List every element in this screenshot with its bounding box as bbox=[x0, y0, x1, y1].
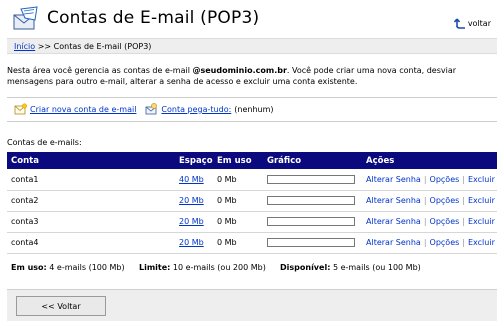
usage-bar bbox=[267, 238, 355, 247]
summary-in-use-label: Em uso: bbox=[11, 263, 47, 272]
usage-bar bbox=[267, 196, 355, 205]
account-space-link[interactable]: 40 Mb bbox=[179, 175, 204, 184]
change-password-link[interactable]: Alterar Senha bbox=[366, 196, 421, 205]
change-password-link[interactable]: Alterar Senha bbox=[366, 238, 421, 247]
new-email-icon bbox=[14, 103, 27, 115]
delete-link[interactable]: Excluir bbox=[468, 196, 495, 205]
page-title: Contas de E-mail (POP3) bbox=[47, 8, 260, 28]
account-name: conta4 bbox=[7, 232, 175, 254]
breadcrumb-separator: >> bbox=[37, 42, 52, 51]
row-actions: Alterar Senha | Opções | Excluir bbox=[362, 232, 497, 254]
account-usage: 0 Mb bbox=[213, 211, 263, 233]
account-usage: 0 Mb bbox=[213, 232, 263, 254]
account-space-link[interactable]: 20 Mb bbox=[179, 217, 204, 226]
breadcrumb-current: Contas de E-mail (POP3) bbox=[53, 42, 152, 51]
intro-text: Nesta área você gerencia as contas de e-… bbox=[7, 65, 497, 87]
back-button[interactable]: << Voltar bbox=[16, 296, 106, 316]
back-link-label: voltar bbox=[467, 18, 491, 28]
accounts-section-label: Contas de e-mails: bbox=[7, 138, 82, 147]
action-separator: | bbox=[423, 238, 427, 247]
options-link[interactable]: Opções bbox=[430, 175, 460, 184]
catchall-value: (nenhum) bbox=[234, 105, 274, 114]
accounts-table-header: Conta Espaço Em uso Gráfico Ações bbox=[7, 152, 497, 169]
create-account-link[interactable]: Criar nova conta de e-mail bbox=[30, 105, 136, 114]
change-password-link[interactable]: Alterar Senha bbox=[366, 217, 421, 226]
create-account-action[interactable]: Criar nova conta de e-mail bbox=[14, 103, 136, 116]
options-link[interactable]: Opções bbox=[430, 217, 460, 226]
breadcrumb-home-link[interactable]: Início bbox=[14, 42, 35, 51]
col-header-usage: Em uso bbox=[213, 152, 263, 169]
breadcrumb: Início >> Contas de E-mail (POP3) bbox=[7, 38, 497, 54]
col-header-actions: Ações bbox=[362, 152, 497, 169]
action-separator: | bbox=[462, 196, 465, 205]
action-separator: | bbox=[423, 174, 427, 184]
table-row: conta2 20 Mb 0 Mb Alterar Senha | Opções | E… bbox=[7, 190, 497, 212]
account-name: conta1 bbox=[7, 169, 175, 191]
options-link[interactable]: Opções bbox=[430, 196, 460, 205]
delete-link[interactable]: Excluir bbox=[468, 238, 495, 247]
account-name: conta2 bbox=[7, 190, 175, 212]
summary-in-use-value: 4 e-mails (100 Mb) bbox=[49, 263, 125, 272]
account-space-link[interactable]: 20 Mb bbox=[179, 238, 204, 247]
table-row: conta3 20 Mb 0 Mb Alterar Senha | Opções | E… bbox=[7, 211, 497, 233]
summary-available: Disponível: 5 e-mails (ou 100 Mb) bbox=[280, 263, 421, 272]
action-separator: | bbox=[462, 174, 465, 184]
col-header-graph: Gráfico bbox=[263, 152, 362, 169]
page-header: Contas de E-mail (POP3) voltar bbox=[0, 0, 504, 38]
usage-summary: Em uso: 4 e-mails (100 Mb) Limite: 10 e-… bbox=[11, 263, 497, 272]
account-usage: 0 Mb bbox=[213, 190, 263, 212]
summary-limit-label: Limite: bbox=[139, 263, 171, 272]
catchall-action: Conta pega-tudo: (nenhum) bbox=[145, 103, 274, 116]
account-space-link[interactable]: 20 Mb bbox=[179, 196, 204, 205]
actions-bar: Criar nova conta de e-mail Conta pega-tu… bbox=[7, 97, 497, 122]
bottom-bar: << Voltar bbox=[7, 289, 497, 321]
table-row: conta1 40 Mb 0 Mb Alterar Senha | Opções | E… bbox=[7, 169, 497, 191]
catchall-icon bbox=[146, 103, 158, 115]
summary-in-use: Em uso: 4 e-mails (100 Mb) bbox=[11, 263, 139, 272]
intro-domain: @seudominio.com.br bbox=[192, 66, 287, 75]
change-password-link[interactable]: Alterar Senha bbox=[366, 175, 421, 184]
col-header-account: Conta bbox=[7, 152, 175, 169]
col-header-space: Espaço bbox=[175, 152, 213, 169]
action-separator: | bbox=[423, 217, 427, 226]
account-name: conta3 bbox=[7, 211, 175, 233]
accounts-table: Conta Espaço Em uso Gráfico Ações conta1… bbox=[7, 152, 497, 254]
back-arrow-icon bbox=[453, 18, 465, 29]
usage-bar bbox=[267, 174, 355, 184]
delete-link[interactable]: Excluir bbox=[468, 217, 495, 226]
account-usage: 0 Mb bbox=[213, 169, 263, 191]
summary-limit: Limite: 10 e-mails (ou 200 Mb) bbox=[139, 263, 280, 272]
usage-bar bbox=[267, 217, 355, 226]
back-link[interactable]: voltar bbox=[453, 17, 491, 29]
action-separator: | bbox=[423, 196, 427, 205]
table-row: conta4 20 Mb 0 Mb Alterar Senha | Opções | E… bbox=[7, 232, 497, 254]
delete-link[interactable]: Excluir bbox=[468, 175, 495, 184]
email-envelope-icon bbox=[13, 6, 38, 30]
action-separator: | bbox=[462, 217, 465, 226]
summary-limit-value: 10 e-mails (ou 200 Mb) bbox=[172, 263, 266, 272]
summary-available-value: 5 e-mails (ou 100 Mb) bbox=[332, 263, 421, 272]
action-separator: | bbox=[462, 238, 465, 247]
row-actions: Alterar Senha | Opções | Excluir bbox=[362, 169, 497, 191]
catchall-link[interactable]: Conta pega-tudo: bbox=[161, 105, 231, 114]
options-link[interactable]: Opções bbox=[430, 238, 460, 247]
row-actions: Alterar Senha | Opções | Excluir bbox=[362, 211, 497, 233]
summary-available-label: Disponível: bbox=[280, 263, 331, 272]
intro-text-before: Nesta área você gerencia as contas de e-… bbox=[7, 66, 193, 75]
row-actions: Alterar Senha | Opções | Excluir bbox=[362, 190, 497, 212]
